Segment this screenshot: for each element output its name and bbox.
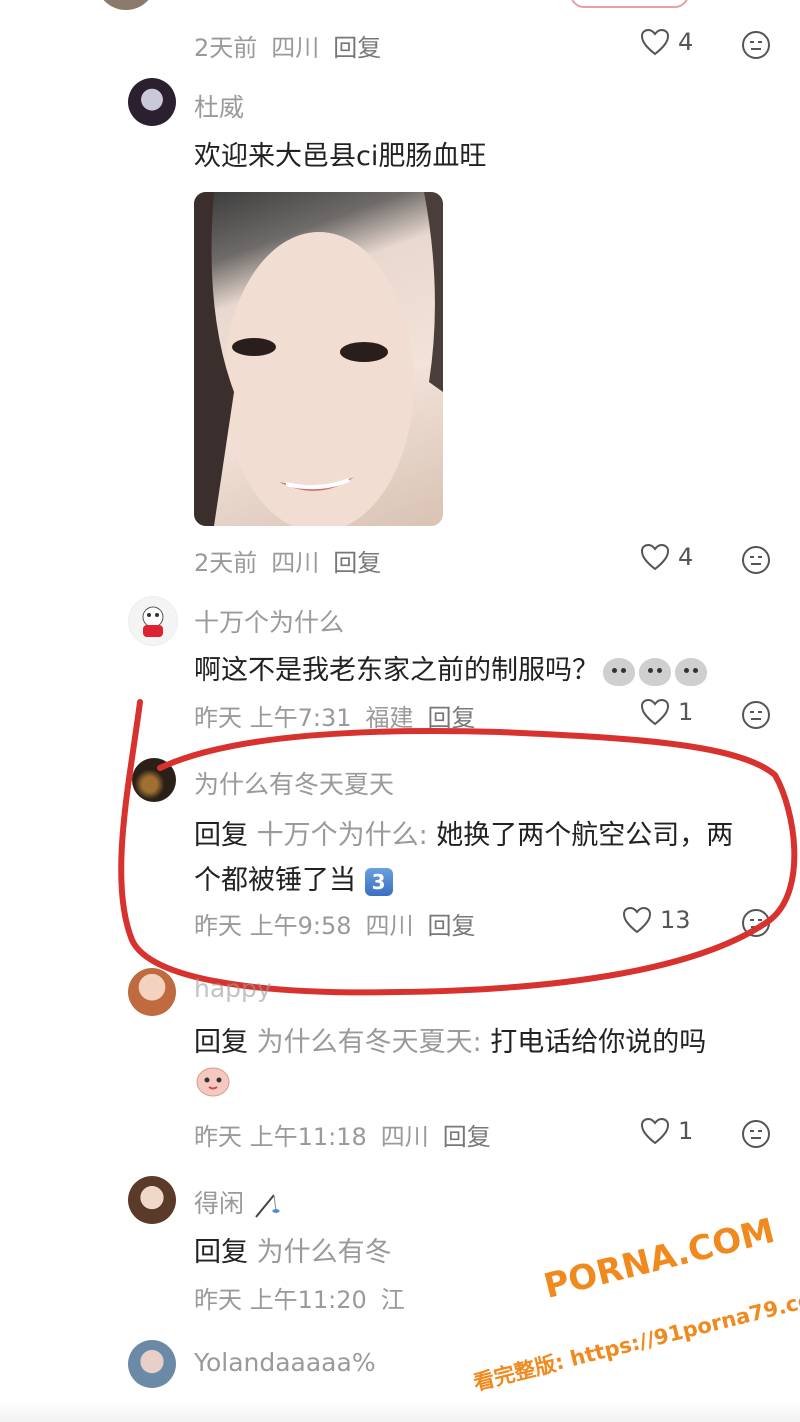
comment-author-row[interactable]: 得闲 xyxy=(194,1184,282,1220)
reply-link[interactable]: 回复 xyxy=(333,549,381,577)
comment-time: 昨天 上午11:18 xyxy=(194,1123,367,1151)
comment-location: 江 xyxy=(380,1286,405,1314)
heart-icon xyxy=(640,1117,670,1145)
avatar[interactable] xyxy=(128,78,176,126)
comment-photo[interactable] xyxy=(194,192,443,526)
like-count: 4 xyxy=(678,28,694,56)
reply-link[interactable]: 回复 xyxy=(428,704,476,732)
comment-text: 打电话给你说的吗 xyxy=(490,1027,707,1058)
like-count: 1 xyxy=(678,1117,694,1145)
avatar[interactable] xyxy=(128,1176,176,1224)
comment-meta: 昨天 上午9:58 四川 回复 xyxy=(194,906,490,941)
comment-location: 四川 xyxy=(271,34,320,62)
watermark-url: 看完整版: https://91porna79.com xyxy=(470,1282,800,1396)
comment-author[interactable]: 十万个为什么 xyxy=(194,603,344,639)
heart-icon xyxy=(640,543,670,571)
emoji-reaction-icon[interactable] xyxy=(741,545,771,575)
portrait-illustration xyxy=(194,192,443,526)
comment-author[interactable]: Yolandaaaaa% xyxy=(194,1348,376,1377)
comment-time: 2天前 xyxy=(194,549,258,577)
comment-time: 昨天 上午7:31 xyxy=(194,704,352,732)
comment-location: 四川 xyxy=(380,1123,429,1151)
like-count: 4 xyxy=(678,543,694,571)
comment-text: 欢迎来大邑县ci肥肠血旺 xyxy=(194,141,487,172)
emoji-reaction-icon[interactable] xyxy=(741,700,771,730)
comment-text-row: 回复 为什么有冬 xyxy=(194,1230,392,1269)
heart-icon xyxy=(640,698,670,726)
fishing-rod-emoji xyxy=(255,1194,280,1218)
avatar[interactable] xyxy=(128,968,176,1016)
like-button[interactable]: 4 xyxy=(640,543,693,571)
emoji-reaction-icon[interactable] xyxy=(741,908,771,938)
comment-meta: 昨天 上午11:18 四川 回复 xyxy=(194,1117,505,1152)
follow-button-partial[interactable] xyxy=(570,0,689,8)
like-button[interactable]: 4 xyxy=(640,28,693,56)
like-button[interactable]: 1 xyxy=(640,698,693,726)
like-button[interactable]: 13 xyxy=(622,906,691,934)
like-count: 13 xyxy=(660,906,691,934)
reply-to-user[interactable]: 为什么有冬天夏天: xyxy=(257,1027,482,1058)
like-count: 1 xyxy=(678,698,694,726)
reply-to-user[interactable]: 为什么有冬 xyxy=(257,1237,392,1268)
sticker-emoji xyxy=(603,657,635,686)
comment-location: 四川 xyxy=(271,549,320,577)
comment-text: 她换了两个航空公司，两 xyxy=(436,820,734,851)
comment-time: 2天前 xyxy=(194,34,258,62)
comment-text-row: 啊这不是我老东家之前的制服吗？ xyxy=(194,648,707,687)
comment-text: 个都被锤了当 xyxy=(194,865,356,896)
sticker-emoji xyxy=(196,1067,230,1097)
comment-time: 昨天 上午9:58 xyxy=(194,912,352,940)
reply-prefix: 回复 xyxy=(194,1027,248,1058)
reply-link[interactable]: 回复 xyxy=(428,912,476,940)
heart-icon xyxy=(622,906,652,934)
comment-meta: 昨天 上午11:20 江 xyxy=(194,1280,419,1315)
reply-link[interactable]: 回复 xyxy=(333,34,381,62)
heart-icon xyxy=(640,28,670,56)
comment-location: 福建 xyxy=(365,704,414,732)
watermark-logo: PORNA.COM xyxy=(540,1210,779,1307)
avatar-partial[interactable] xyxy=(96,0,156,10)
comment-meta: 昨天 上午7:31 福建 回复 xyxy=(194,698,490,733)
avatar[interactable] xyxy=(128,1340,176,1388)
reply-prefix: 回复 xyxy=(194,820,248,851)
comment-location: 四川 xyxy=(365,912,414,940)
comment-author[interactable]: 为什么有冬天夏天 xyxy=(194,765,394,801)
emoji-reaction-icon[interactable] xyxy=(741,1119,771,1149)
emoji-reaction-icon[interactable] xyxy=(741,30,771,60)
reply-prefix: 回复 xyxy=(194,1237,248,1268)
comment-text: 啊这不是我老东家之前的制服吗？ xyxy=(194,655,599,686)
avatar[interactable] xyxy=(132,758,176,802)
sticker-emoji xyxy=(675,657,707,686)
comment-time: 昨天 上午11:20 xyxy=(194,1286,367,1314)
comment-text-row: 回复 十万个为什么: 她换了两个航空公司，两 xyxy=(194,813,733,852)
comment-meta: 2天前 四川 回复 xyxy=(194,28,395,63)
comment-meta: 2天前 四川 回复 xyxy=(194,543,395,578)
reply-link[interactable]: 回复 xyxy=(443,1123,491,1151)
bottom-bar-partial xyxy=(0,1400,800,1422)
avatar-illustration xyxy=(142,606,164,637)
comment-author[interactable]: 得闲 xyxy=(194,1189,244,1218)
comment-author[interactable]: 杜威 xyxy=(194,88,244,124)
avatar[interactable] xyxy=(128,596,178,646)
comment-text-row: 个都被锤了当 3 xyxy=(194,858,393,897)
sticker-emoji xyxy=(639,657,671,686)
keycap-three-emoji: 3 xyxy=(364,867,393,896)
like-button[interactable]: 1 xyxy=(640,1117,693,1145)
comment-text-row: 回复 为什么有冬天夏天: 打电话给你说的吗 xyxy=(194,1020,706,1059)
reply-to-user[interactable]: 十万个为什么: xyxy=(257,820,428,851)
comment-author[interactable]: happy xyxy=(194,974,272,1003)
